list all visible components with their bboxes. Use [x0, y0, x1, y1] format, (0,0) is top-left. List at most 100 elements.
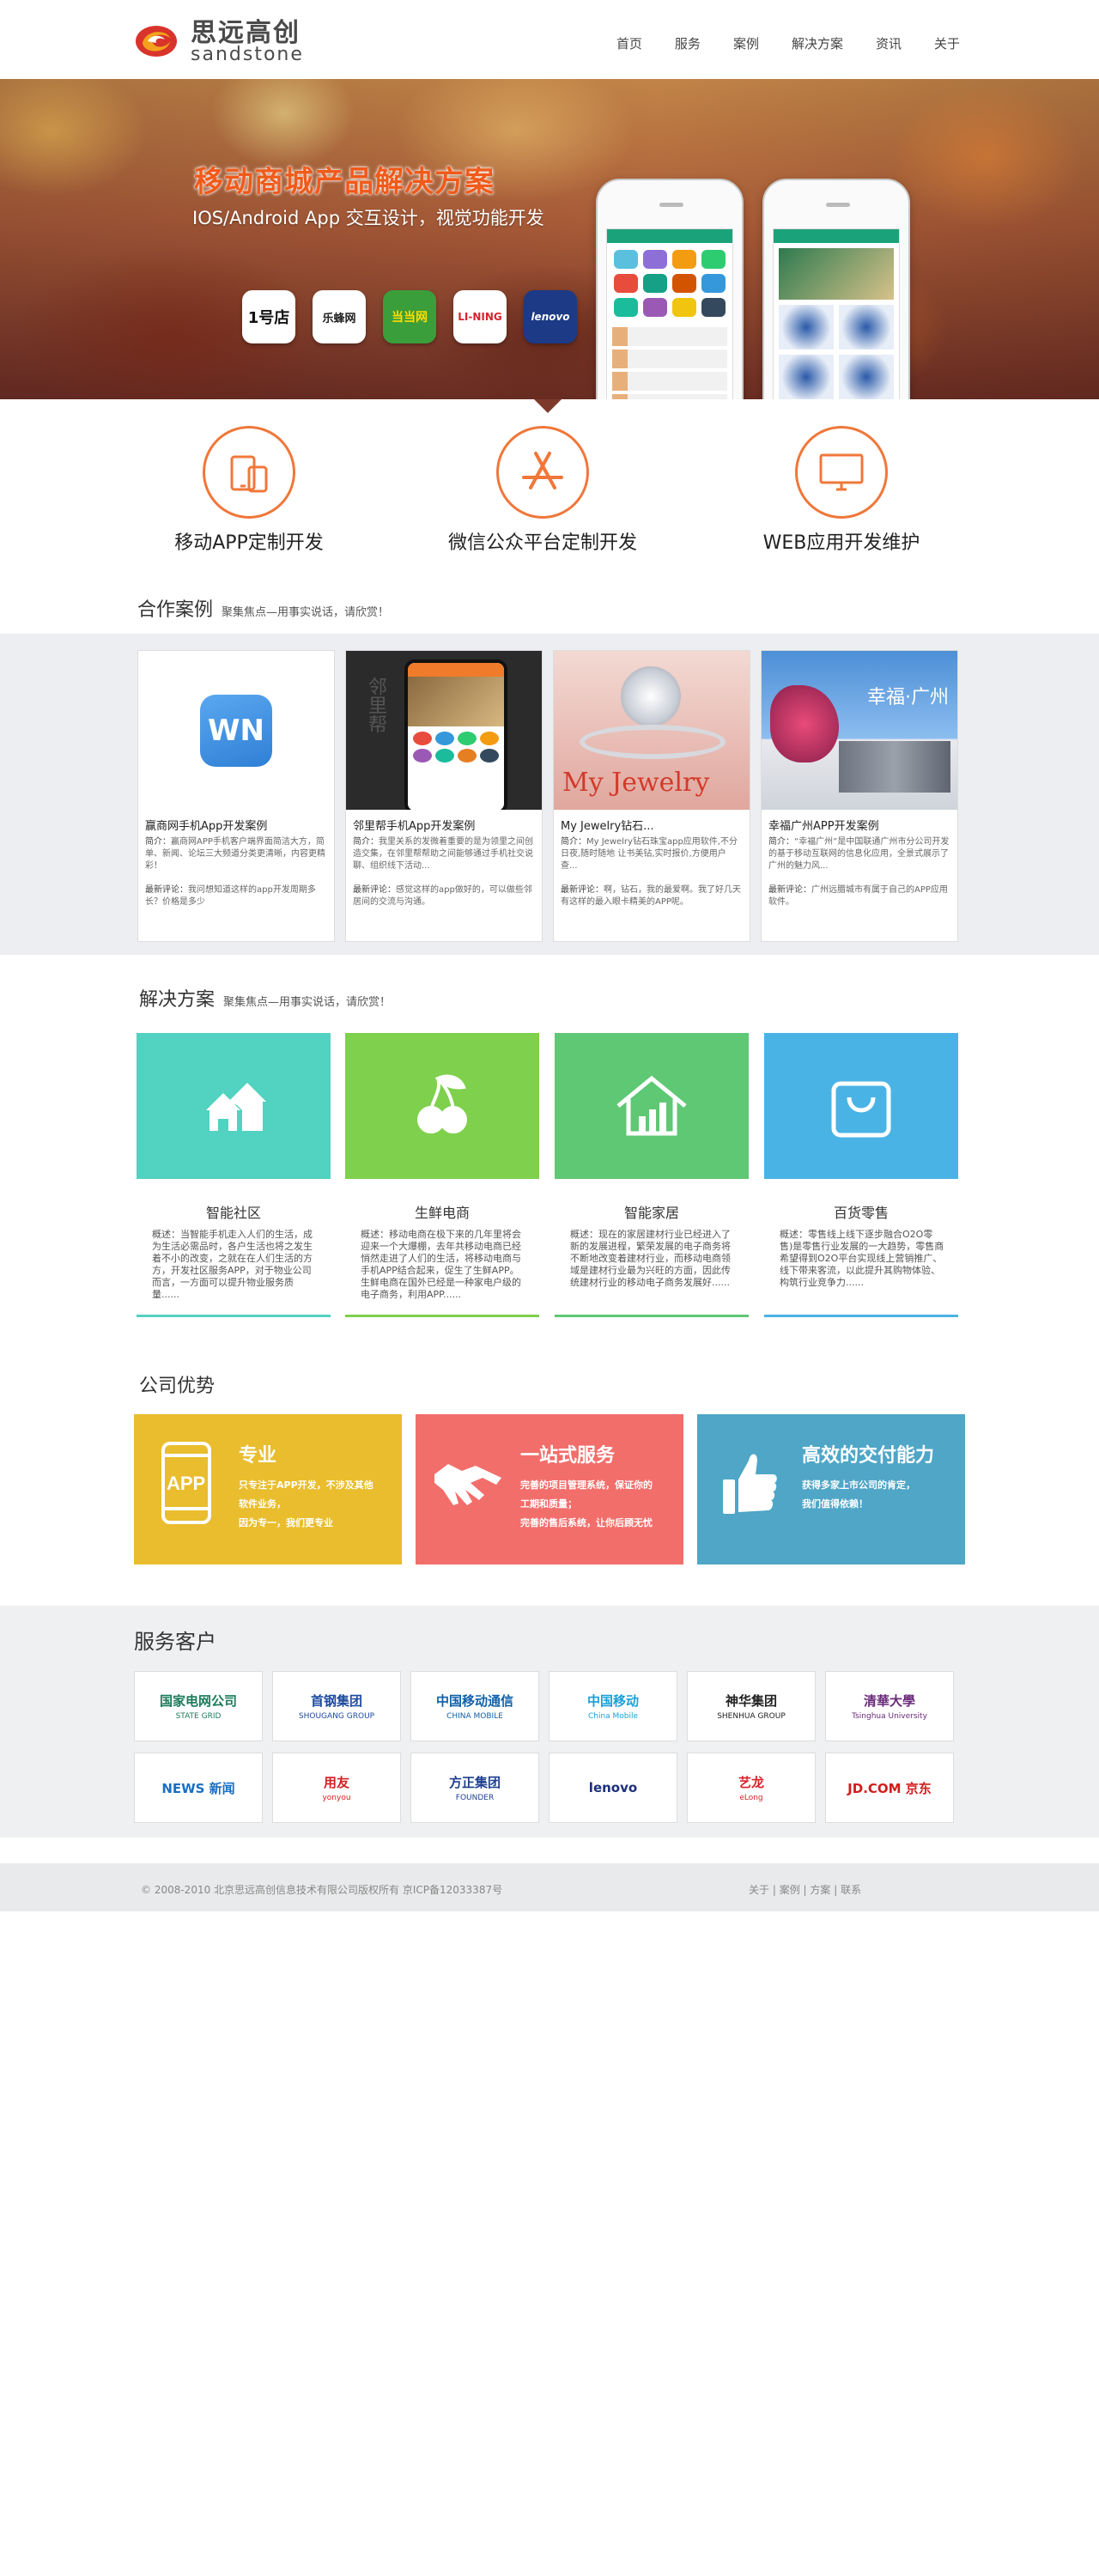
banner-subtitle: IOS/Android App 交互设计，视觉功能开发	[192, 208, 544, 228]
solution-card[interactable]: 生鲜电商 概述：移动电商在极下来的几年里将会迎来一个大爆棚，去年共移动电商已经悄…	[345, 1033, 539, 1317]
client-name: 神华集团	[725, 1693, 777, 1709]
case-review-label: 最新评论：	[145, 885, 188, 895]
solution-description: 概述：移动电商在极下来的几年里将会迎来一个大爆棚，去年共移动电商已经悄然走进了人…	[361, 1229, 521, 1300]
case-review: 最新评论：啊，钻石，我的最爱啊。我了好几天有这样的最入眼卡精美的APP呢。	[554, 883, 750, 910]
solution-card[interactable]: 智能家居 概述：现在的家居建材行业已经进入了新的发展进程，繁荣发展的电子商务将不…	[555, 1033, 749, 1317]
service-wechat-dev[interactable]: 微信公众平台定制开发	[414, 426, 671, 555]
case-title: 幸福广州APP开发案例	[768, 820, 879, 833]
footer-link-cases[interactable]: 案例	[780, 1884, 800, 1896]
appstore-icon	[496, 426, 589, 519]
client-subtitle: Tsinghua University	[852, 1712, 927, 1721]
phone-mockup-right	[762, 179, 910, 399]
service-web-dev[interactable]: WEB应用开发维护	[713, 426, 970, 555]
client-logo[interactable]: 艺龙 eLong	[687, 1753, 816, 1823]
client-subtitle: SHENHUA GROUP	[717, 1712, 786, 1721]
cases-section-title: 合作案例 聚集焦点—用事实说话，请欣赏！	[137, 594, 389, 622]
phone-screen	[606, 228, 733, 399]
nav-cases[interactable]: 案例	[733, 34, 759, 52]
nav-about[interactable]: 关于	[934, 34, 960, 52]
case-card[interactable]: My Jewelry My Jewelry钻石... 简介：My Jewelry…	[553, 650, 750, 942]
nav-news[interactable]: 资讯	[876, 34, 902, 52]
case-card[interactable]: WN 赢商网手机App开发案例 简介：赢商网APP手机客户端界面简洁大方，简单、…	[137, 650, 335, 942]
client-logo[interactable]: 方正集团 FOUNDER	[410, 1753, 539, 1823]
footer-link-solutions[interactable]: 方案	[810, 1884, 830, 1896]
advantage-text: 完善的项目管理系统，保证你的 工期和质量； 完善的售后系统，让你后顾无忧	[520, 1476, 653, 1533]
case-review: 最新评论：感觉这样的app做好的，可以做些邻居间的交流与沟通。	[346, 883, 542, 910]
client-logo[interactable]: 神华集团 SHENHUA GROUP	[687, 1671, 816, 1741]
banner-pointer	[534, 399, 562, 413]
advantage-card[interactable]: 一站式服务 完善的项目管理系统，保证你的 工期和质量； 完善的售后系统，让你后顾…	[416, 1414, 683, 1564]
client-logo[interactable]: 首钢集团 SHOUGANG GROUP	[272, 1671, 401, 1741]
advantage-text: 获得多家上市公司的肯定， 我们值得依赖！	[802, 1476, 915, 1514]
banner-overlay	[0, 79, 1099, 399]
cases-title: 合作案例	[137, 599, 214, 621]
client-logo[interactable]: lenovo	[549, 1753, 677, 1823]
nav-home[interactable]: 首页	[616, 34, 642, 52]
client-name: JD.COM 京东	[847, 1780, 932, 1796]
client-logo[interactable]: 中国移动 China Mobile	[549, 1671, 677, 1741]
client-name: lenovo	[588, 1780, 638, 1795]
client-name: 中国移动通信	[435, 1693, 513, 1709]
service-label: WEB应用开发维护	[762, 532, 920, 554]
solution-description: 概述：零售线上线下逐步融合O2O零售)是零售行业发展的一大趋势，零售商希望得到O…	[780, 1229, 944, 1288]
advantage-heading: 一站式服务	[520, 1445, 616, 1467]
case-description: 简介：My Jewelry钻石珠宝app应用软件,不分日夜,随时随地 让书美钻,…	[554, 835, 750, 883]
logo-swirl-icon	[136, 26, 177, 57]
case-desc-label: 简介：	[353, 837, 379, 847]
case-description: 简介：赢商网APP手机客户端界面简洁大方，简单、新闻、论坛三大频道分类更清晰，内…	[138, 835, 334, 883]
case-card[interactable]: 幸福·广州 幸福广州APP开发案例 简介：“幸福广州”是中国联通广州市分公司开发…	[761, 650, 958, 942]
advantage-line: 完善的售后系统，让你后顾无忧	[520, 1517, 653, 1528]
client-name: 方正集团	[448, 1775, 501, 1790]
cases-subtitle: 聚集焦点—用事实说话，请欣赏！	[222, 606, 390, 619]
site-footer: © 2008-2010 北京思远高创信息技术有限公司版权所有 京ICP备1203…	[0, 1863, 1099, 1911]
phone-speaker	[659, 203, 683, 207]
service-app-dev[interactable]: 移动APP定制开发	[120, 426, 378, 555]
hero-banner[interactable]: 移动商城产品解决方案 IOS/Android App 交互设计，视觉功能开发 1…	[0, 79, 1099, 399]
client-logo[interactable]: 用友 yonyou	[272, 1753, 401, 1823]
nav-solutions[interactable]: 解决方案	[792, 34, 843, 52]
client-name: 国家电网公司	[159, 1693, 237, 1709]
clients-title: 服务客户	[134, 1630, 216, 1654]
case-review-label: 最新评论：	[561, 885, 604, 895]
client-logo[interactable]: NEWS 新闻	[134, 1753, 263, 1823]
footer-link-contact[interactable]: 联系	[841, 1884, 861, 1896]
city-skyline	[839, 741, 950, 793]
logo[interactable]: 思远高创 sandstone	[134, 17, 340, 65]
client-name: 清華大學	[863, 1693, 915, 1709]
solution-card[interactable]: 百货零售 概述：零售线上线下逐步融合O2O零售)是零售行业发展的一大趋势，零售商…	[764, 1033, 958, 1317]
case-review-label: 最新评论：	[768, 885, 811, 895]
case-phone-screen	[404, 659, 507, 810]
case-card[interactable]: 邻里帮 邻里帮手机App开发案例 简介：我里关系的发微着重要的是为领里之间创造交…	[345, 650, 543, 942]
case-desc: My Jewelry钻石珠宝app应用软件,不分日夜,随时随地 让书美钻,实时报…	[561, 837, 738, 871]
client-logo[interactable]: 清華大學 Tsinghua University	[825, 1671, 954, 1741]
site-header: 思远高创 sandstone 首页 服务 案例 解决方案 资讯 关于	[0, 0, 1099, 79]
advantage-card[interactable]: APP 专业 只专注于APP开发，不涉及其他 软件业务， 因为专一，我们更专业	[134, 1414, 402, 1564]
brand-lefeng-logo: 乐蜂网	[313, 290, 366, 343]
client-logo[interactable]: JD.COM 京东	[825, 1753, 954, 1823]
advantage-card[interactable]: 高效的交付能力 获得多家上市公司的肯定， 我们值得依赖！	[697, 1414, 965, 1564]
case-title: 邻里帮手机App开发案例	[353, 820, 476, 833]
case-title: My Jewelry钻石...	[561, 820, 654, 833]
handshake-icon	[434, 1464, 501, 1505]
phone-mockup-left	[596, 179, 744, 399]
solution-name: 生鲜电商	[414, 1205, 470, 1221]
client-subtitle: STATE GRID	[175, 1712, 222, 1721]
solutions-title: 解决方案	[139, 989, 216, 1011]
cherry-icon	[345, 1033, 539, 1179]
case-description: 简介：我里关系的发微着重要的是为领里之间创造交集，在邻里帮帮助之间能够通过手机社…	[346, 835, 542, 883]
footer-link-about[interactable]: 关于	[749, 1884, 769, 1896]
client-logo[interactable]: 国家电网公司 STATE GRID	[134, 1671, 263, 1741]
client-name: NEWS 新闻	[161, 1780, 235, 1796]
case-review-label: 最新评论：	[353, 885, 396, 895]
solution-card[interactable]: 智能社区 概述：当智能手机走入人们的生活，成为生活必需品时，各户生活也将之发生着…	[137, 1033, 331, 1317]
phone-speaker	[826, 203, 850, 207]
client-logo[interactable]: 中国移动通信 CHINA MOBILE	[410, 1671, 539, 1741]
client-name: 首钢集团	[310, 1693, 362, 1709]
case-image-decoration	[770, 685, 839, 762]
case-desc-label: 简介：	[768, 837, 794, 847]
footer-copyright: © 2008-2010 北京思远高创信息技术有限公司版权所有 京ICP备1203…	[141, 1884, 503, 1896]
community-houses-icon	[137, 1033, 331, 1179]
app-phone-icon: APP	[161, 1442, 211, 1524]
smart-home-icon	[555, 1033, 749, 1179]
nav-services[interactable]: 服务	[675, 34, 701, 52]
